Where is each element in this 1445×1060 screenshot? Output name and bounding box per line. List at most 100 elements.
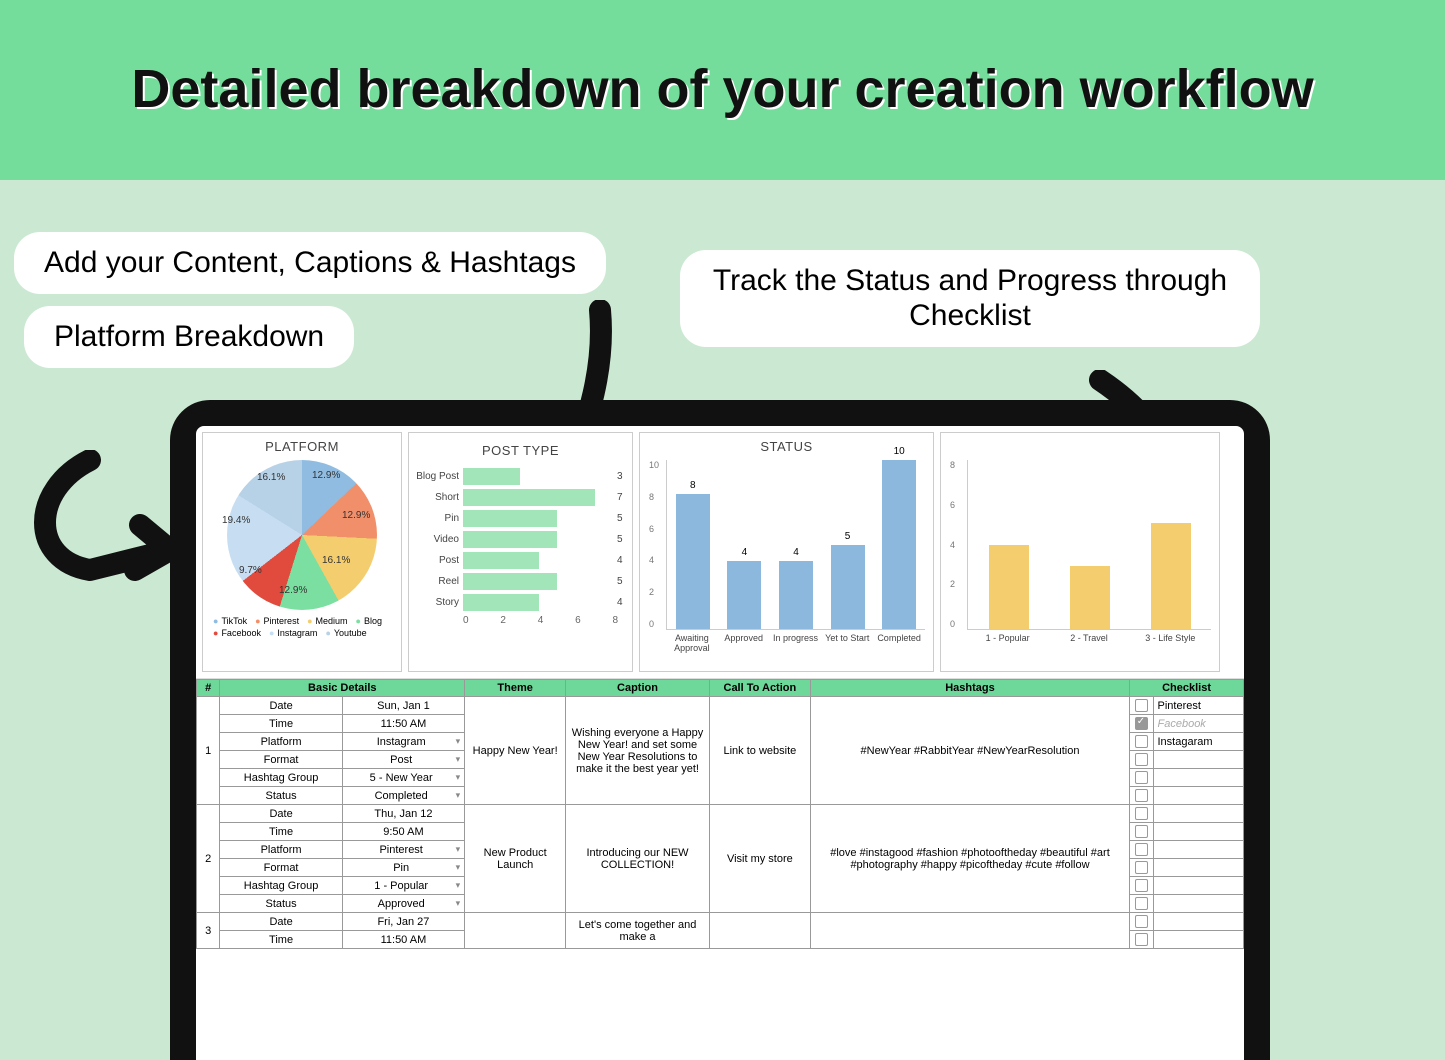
- theme-cell[interactable]: New Product Launch: [465, 805, 566, 913]
- detail-value[interactable]: 5 - New Year: [342, 769, 464, 787]
- detail-label: Format: [220, 751, 342, 769]
- checkbox-icon[interactable]: [1135, 879, 1148, 892]
- chart-status: STATUS 1086420 844510 Awaiting ApprovalA…: [639, 432, 934, 672]
- checklist-label: [1153, 931, 1244, 949]
- checkbox-icon[interactable]: [1135, 915, 1148, 928]
- page-header: Detailed breakdown of your creation work…: [0, 0, 1445, 180]
- checkbox-cell[interactable]: [1130, 769, 1153, 787]
- checkbox-icon[interactable]: [1135, 717, 1148, 730]
- col-basic: Basic Details: [220, 680, 465, 697]
- checklist-label: [1153, 823, 1244, 841]
- page-title: Detailed breakdown of your creation work…: [131, 60, 1313, 119]
- cta-cell[interactable]: Link to website: [709, 697, 810, 805]
- hbar-value: 5: [614, 576, 628, 587]
- checklist-label: [1153, 751, 1244, 769]
- col-checklist: Checklist: [1130, 680, 1244, 697]
- detail-value[interactable]: 1 - Popular: [342, 877, 464, 895]
- detail-label: Time: [220, 715, 342, 733]
- chart-theme: 86420 1 - Popular2 - Travel3 - Life Styl…: [940, 432, 1220, 672]
- detail-value[interactable]: Post: [342, 751, 464, 769]
- checkbox-icon[interactable]: [1135, 753, 1148, 766]
- detail-label: Hashtag Group: [220, 877, 342, 895]
- checkbox-cell[interactable]: [1130, 823, 1153, 841]
- caption-cell[interactable]: Introducing our NEW COLLECTION!: [566, 805, 710, 913]
- cta-cell[interactable]: [709, 913, 810, 949]
- spreadsheet-screen: PLATFORM 12.9% 12.9% 16.1% 12.9% 9.7% 19…: [196, 426, 1244, 1060]
- checkbox-cell[interactable]: [1130, 697, 1153, 715]
- status-bar: 10: [882, 460, 916, 629]
- checkbox-icon[interactable]: [1135, 789, 1148, 802]
- cta-cell[interactable]: Visit my store: [709, 805, 810, 913]
- status-bar: 4: [727, 561, 761, 629]
- detail-label: Status: [220, 895, 342, 913]
- caption-cell[interactable]: Wishing everyone a Happy New Year! and s…: [566, 697, 710, 805]
- detail-label: Date: [220, 697, 342, 715]
- checkbox-icon[interactable]: [1135, 771, 1148, 784]
- hashtags-cell[interactable]: #love #instagood #fashion #photooftheday…: [810, 805, 1129, 913]
- theme-cell[interactable]: [465, 913, 566, 949]
- checklist-label: [1153, 859, 1244, 877]
- checkbox-icon[interactable]: [1135, 735, 1148, 748]
- detail-value[interactable]: 11:50 AM: [342, 715, 464, 733]
- checkbox-cell[interactable]: [1130, 715, 1153, 733]
- detail-label: Status: [220, 787, 342, 805]
- hbar-value: 4: [614, 555, 628, 566]
- pie-chart: 12.9% 12.9% 16.1% 12.9% 9.7% 19.4% 16.1%: [227, 460, 377, 610]
- detail-label: Date: [220, 805, 342, 823]
- chart-title: PLATFORM: [203, 439, 401, 454]
- detail-value[interactable]: 9:50 AM: [342, 823, 464, 841]
- checkbox-cell[interactable]: [1130, 931, 1153, 949]
- detail-value[interactable]: 11:50 AM: [342, 931, 464, 949]
- checkbox-cell[interactable]: [1130, 787, 1153, 805]
- chart-title: POST TYPE: [413, 443, 628, 458]
- detail-value[interactable]: Thu, Jan 12: [342, 805, 464, 823]
- checkbox-cell[interactable]: [1130, 751, 1153, 769]
- detail-value[interactable]: Sun, Jan 1: [342, 697, 464, 715]
- detail-value[interactable]: Instagram: [342, 733, 464, 751]
- detail-value[interactable]: Fri, Jan 27: [342, 913, 464, 931]
- checkbox-icon[interactable]: [1135, 807, 1148, 820]
- hashtags-cell[interactable]: #NewYear #RabbitYear #NewYearResolution: [810, 697, 1129, 805]
- table-row: 1DateSun, Jan 1Happy New Year!Wishing ev…: [197, 697, 1244, 715]
- table-row: 3DateFri, Jan 27Let's come together and …: [197, 913, 1244, 931]
- detail-value[interactable]: Pinterest: [342, 841, 464, 859]
- theme-bar: [1151, 523, 1191, 629]
- caption-cell[interactable]: Let's come together and make a: [566, 913, 710, 949]
- hbar-label: Story: [413, 597, 463, 608]
- col-theme: Theme: [465, 680, 566, 697]
- checklist-label: [1153, 913, 1244, 931]
- hbar-bar: [463, 468, 520, 485]
- detail-value[interactable]: Approved: [342, 895, 464, 913]
- theme-cell[interactable]: Happy New Year!: [465, 697, 566, 805]
- checkbox-cell[interactable]: [1130, 895, 1153, 913]
- checkbox-cell[interactable]: [1130, 859, 1153, 877]
- col-num: #: [197, 680, 220, 697]
- detail-label: Time: [220, 823, 342, 841]
- hbar-label: Reel: [413, 576, 463, 587]
- checklist-label: [1153, 841, 1244, 859]
- checkbox-cell[interactable]: [1130, 733, 1153, 751]
- col-hashtags: Hashtags: [810, 680, 1129, 697]
- hbar-label: Video: [413, 534, 463, 545]
- checklist-label: Pinterest: [1153, 697, 1244, 715]
- checkbox-icon[interactable]: [1135, 699, 1148, 712]
- hbar-value: 4: [614, 597, 628, 608]
- checklist-label: [1153, 877, 1244, 895]
- checkbox-icon[interactable]: [1135, 933, 1148, 946]
- callout-content: Add your Content, Captions & Hashtags: [14, 232, 606, 294]
- checkbox-icon[interactable]: [1135, 861, 1148, 874]
- detail-value[interactable]: Completed: [342, 787, 464, 805]
- checkbox-icon[interactable]: [1135, 843, 1148, 856]
- checkbox-cell[interactable]: [1130, 841, 1153, 859]
- checkbox-icon[interactable]: [1135, 825, 1148, 838]
- chart-posttype: POST TYPE Blog Post3Short7Pin5Video5Post…: [408, 432, 633, 672]
- checkbox-icon[interactable]: [1135, 897, 1148, 910]
- detail-value[interactable]: Pin: [342, 859, 464, 877]
- hashtags-cell[interactable]: [810, 913, 1129, 949]
- checklist-label: [1153, 787, 1244, 805]
- checkbox-cell[interactable]: [1130, 805, 1153, 823]
- checkbox-cell[interactable]: [1130, 877, 1153, 895]
- hbar-bar: [463, 531, 557, 548]
- checkbox-cell[interactable]: [1130, 913, 1153, 931]
- hbar-value: 5: [614, 513, 628, 524]
